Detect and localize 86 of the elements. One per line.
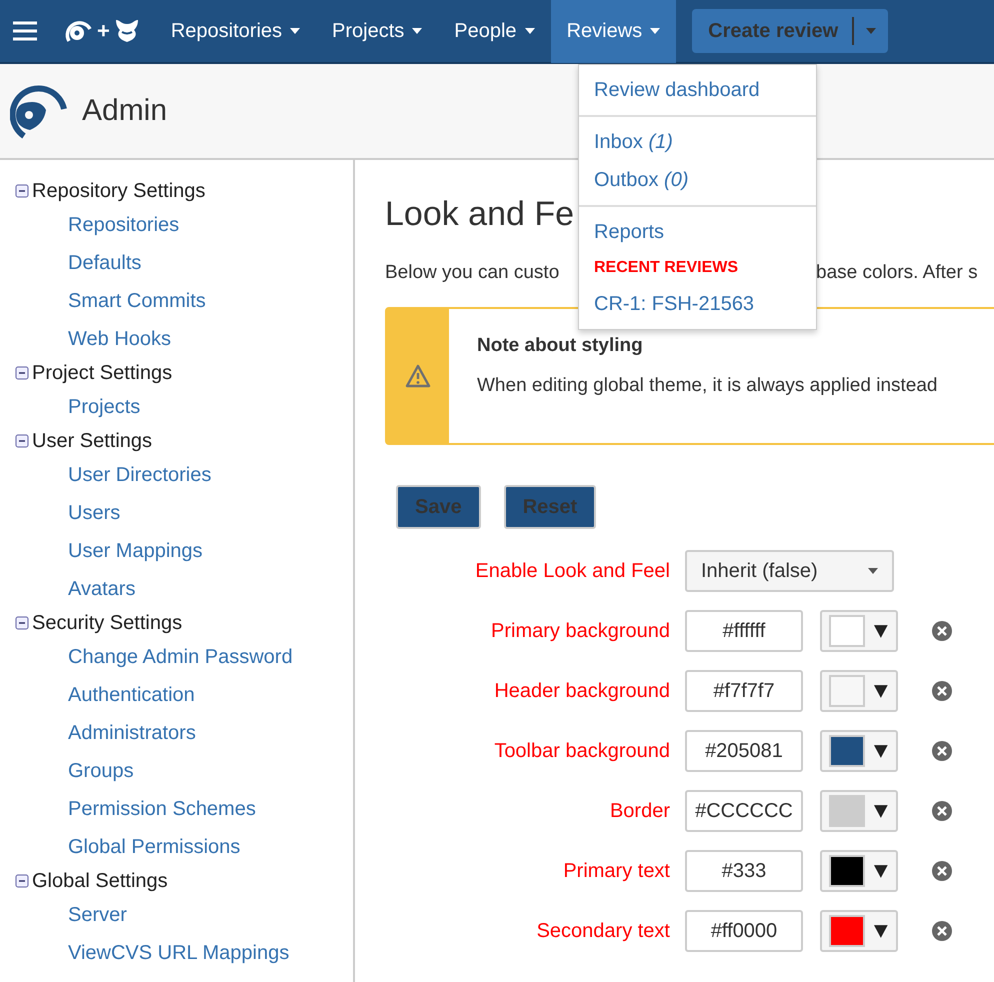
caret-icon [873,863,889,879]
select-field[interactable]: Inherit (false) [685,550,894,592]
sidebar-group-label: User Settings [32,430,152,452]
color-input[interactable]: #CCCCCC [685,790,803,832]
caret-icon [412,28,422,34]
create-review-button[interactable]: Create review [692,17,854,45]
menu-icon[interactable] [12,21,38,41]
caret-icon [873,803,889,819]
color-picker-button[interactable] [820,790,898,832]
collapse-icon[interactable] [15,616,29,630]
sidebar-group-label: Repository Settings [32,180,206,202]
caret-icon [873,623,889,639]
menu-heading: RECENT REVIEWS [593,258,740,278]
menu-item[interactable]: Review dashboard [579,71,816,109]
sidebar-link[interactable]: Global Permissions [68,828,353,866]
caret-icon [866,28,876,34]
sidebar-link[interactable]: Permission Schemes [68,790,353,828]
color-input[interactable]: #205081 [685,730,803,772]
nav-menu[interactable]: Reviews [550,0,676,63]
intro-text: Below you can custo [385,262,560,284]
intro-text: base colors. After s [816,262,978,284]
sidebar-link[interactable]: Server [68,896,353,934]
page-title: Admin [82,94,168,128]
clear-button[interactable] [931,620,953,642]
color-input[interactable]: #ff0000 [685,910,803,952]
sidebar-link[interactable]: ViewCVS URL Mappings [68,934,353,972]
field-label: Border [608,800,671,822]
collapse-icon[interactable] [15,874,29,888]
color-picker-button[interactable] [820,910,898,952]
clear-button[interactable] [931,860,953,882]
menu-item[interactable]: Inbox (1) [579,123,816,161]
sidebar-link[interactable]: Administrators [68,714,353,752]
caret-icon [873,743,889,759]
caret-icon [524,28,535,34]
section-title: Look and Fe [385,194,574,234]
caret-icon [650,28,660,34]
note-title: Note about styling [477,335,644,357]
warning-icon [405,364,431,388]
sidebar-link[interactable]: Projects [68,388,353,426]
color-picker-button[interactable] [820,670,898,712]
logo-plus: + [97,18,110,44]
sidebar-link[interactable]: Smart Commits [68,282,353,320]
clear-button[interactable] [931,740,953,762]
clear-button[interactable] [931,800,953,822]
caret-icon [873,923,889,939]
sidebar-link[interactable]: Defaults [68,244,353,282]
sidebar-link[interactable]: Users [68,494,353,532]
sidebar-group-label: Project Settings [32,362,172,384]
color-picker-button[interactable] [820,610,898,652]
sidebar-link[interactable]: User Mappings [68,532,353,570]
sidebar-link[interactable]: Web Hooks [68,320,353,358]
sidebar-link[interactable]: User Directories [68,456,353,494]
menu-item[interactable]: Outbox (0) [579,161,816,199]
sidebar-group-label: Security Settings [32,612,182,634]
color-input[interactable]: #ffffff [685,610,803,652]
menu-item[interactable]: Reports [579,213,816,251]
sidebar-link[interactable]: Authentication [68,676,353,714]
caret-icon [868,568,878,574]
clear-button[interactable] [931,920,953,942]
collapse-icon[interactable] [15,434,29,448]
note-text: When editing global theme, it is always applied instead [477,375,938,397]
collapse-icon[interactable] [15,184,29,198]
nav-menu[interactable]: Repositories [154,0,316,63]
nav-menu[interactable]: People [438,0,551,63]
sidebar-group-label: Global Settings [32,870,168,892]
create-review-split-button[interactable]: Create review [692,9,888,53]
field-label: Enable Look and Feel [474,560,671,582]
field-label: Toolbar background [493,740,671,762]
field-label: Primary background [490,620,671,642]
collapse-icon[interactable] [15,366,29,380]
sidebar-link[interactable]: Avatars [68,570,353,608]
caret-icon [290,28,300,34]
caret-icon [873,683,889,699]
color-picker-button[interactable] [820,850,898,892]
color-picker-button[interactable] [820,730,898,772]
field-label: Secondary text [536,920,671,942]
nav-menu[interactable]: Projects [316,0,438,63]
field-label: Primary text [562,860,671,882]
sidebar-link[interactable]: Groups [68,752,353,790]
field-label: Header background [493,680,671,702]
color-input[interactable]: #f7f7f7 [685,670,803,712]
menu-item[interactable]: CR-1: FSH-21563 [579,285,816,323]
color-input[interactable]: #333 [685,850,803,892]
clear-button[interactable] [931,680,953,702]
sidebar-link[interactable]: Change Admin Password [68,638,353,676]
sidebar-link[interactable]: Repositories [68,206,353,244]
